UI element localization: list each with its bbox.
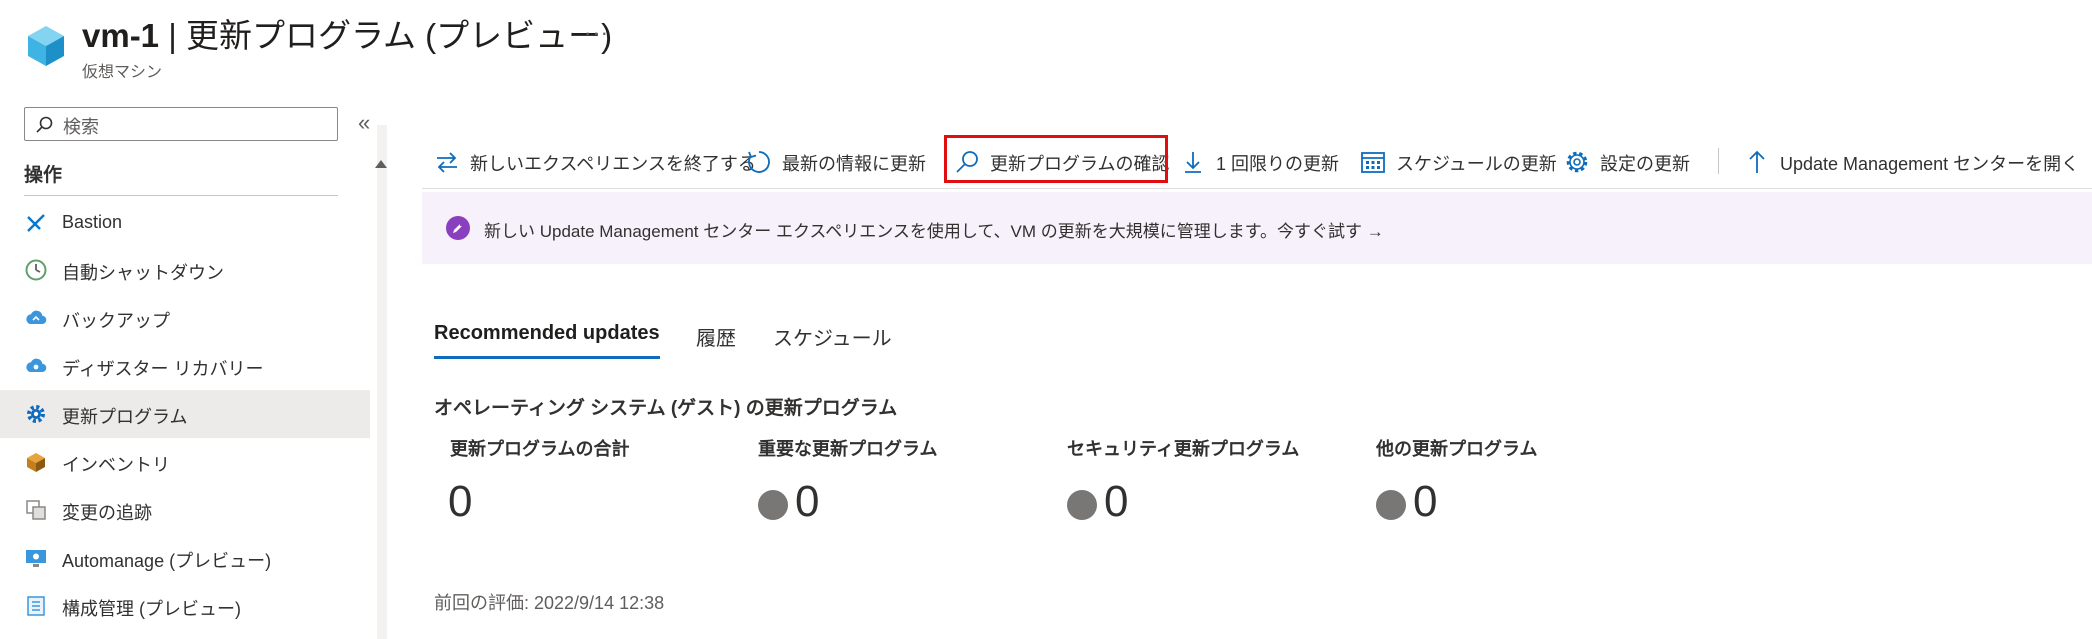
status-dot-icon <box>1376 490 1406 520</box>
active-tab-indicator <box>434 356 660 359</box>
sidebar-item-updates[interactable]: 更新プログラム <box>0 390 370 438</box>
open-update-center-label: Update Management センターを開く <box>1780 154 2080 174</box>
scroll-up-icon[interactable] <box>373 158 389 170</box>
page-subtitle: 仮想マシン <box>82 64 163 81</box>
settings-update-label: 設定の更新 <box>1600 154 1690 174</box>
sidebar-item-label: バックアップ <box>62 311 170 331</box>
total-updates-label: 更新プログラムの合計 <box>450 439 630 459</box>
security-updates-label: セキュリティ更新プログラム <box>1067 439 1300 459</box>
sidebar-item-auto-shutdown[interactable]: 自動シャットダウン <box>0 246 370 294</box>
calendar-icon <box>1361 152 1385 173</box>
search-icon <box>36 116 53 133</box>
status-dot-icon <box>758 490 788 520</box>
inventory-icon <box>27 453 45 472</box>
sidebar-item-label: 変更の追跡 <box>62 503 152 523</box>
section-divider <box>24 195 338 196</box>
tab-schedule[interactable]: スケジュール <box>773 322 892 351</box>
sidebar-item-config-management[interactable]: 構成管理 (プレビュー) <box>0 582 370 630</box>
sidebar-item-label: インベントリ <box>62 455 170 475</box>
banner-text[interactable]: 新しい Update Management センター エクスペリエンスを使用して… <box>484 217 1384 242</box>
change-tracking-icon <box>26 500 46 520</box>
highlight-box <box>944 135 1168 183</box>
swap-arrows-icon <box>437 152 457 173</box>
critical-updates-value: 0 <box>795 477 820 526</box>
sidebar-item-bastion[interactable]: Bastion <box>0 199 370 247</box>
one-time-update-label: 1 回限りの更新 <box>1216 154 1340 174</box>
sidebar-item-label: 更新プログラム <box>62 407 188 427</box>
sidebar-item-label: 自動シャットダウン <box>62 263 224 283</box>
gear-icon <box>27 405 45 423</box>
sidebar-item-label: ディザスター リカバリー <box>62 359 264 379</box>
critical-updates-label: 重要な更新プログラム <box>758 439 938 459</box>
sidebar-item-change-tracking[interactable]: 変更の追跡 <box>0 486 370 534</box>
sidebar-item-inventory[interactable]: インベントリ <box>0 438 370 486</box>
clock-icon <box>25 259 47 281</box>
rocket-icon <box>446 216 470 240</box>
last-assessment-text: 前回の評価: 2022/9/14 12:38 <box>434 593 665 613</box>
monitor-icon <box>26 550 46 567</box>
search-placeholder: 検索 <box>63 117 99 137</box>
sidebar-item-label: Automanage (プレビュー) <box>62 551 272 571</box>
status-dot-icon <box>1067 490 1097 520</box>
cloud-recovery-icon <box>26 358 47 373</box>
more-options-button[interactable]: ··· <box>584 20 609 46</box>
sidebar-item-label: 構成管理 (プレビュー) <box>62 599 241 619</box>
collapse-sidebar-button[interactable]: « <box>358 110 370 136</box>
config-icon <box>27 596 45 616</box>
other-updates-value: 0 <box>1413 477 1438 526</box>
os-updates-heading: オペレーティング システム (ゲスト) の更新プログラム <box>434 398 898 419</box>
download-icon <box>1185 152 1201 173</box>
tab-recommended-updates[interactable]: Recommended updates <box>434 322 660 345</box>
sidebar-search-input[interactable]: 検索 <box>24 107 338 141</box>
toolbar-divider <box>422 188 2092 189</box>
sidebar-item-disaster-recovery[interactable]: ディザスター リカバリー <box>0 342 370 390</box>
arrow-up-icon <box>1749 150 1765 173</box>
vm-cube-icon <box>28 26 64 66</box>
security-updates-value: 0 <box>1104 477 1129 526</box>
tab-history[interactable]: 履歴 <box>696 322 736 351</box>
info-banner[interactable]: 新しい Update Management センター エクスペリエンスを使用して… <box>422 192 2092 264</box>
sidebar-section-heading: 操作 <box>24 165 63 186</box>
schedule-update-label: スケジュールの更新 <box>1396 154 1557 174</box>
other-updates-label: 他の更新プログラム <box>1376 439 1538 459</box>
cloud-backup-icon <box>26 310 47 325</box>
total-updates-value: 0 <box>448 477 473 526</box>
refresh-icon <box>748 151 770 173</box>
bastion-icon <box>27 214 45 232</box>
sidebar-item-backup[interactable]: バックアップ <box>0 294 370 342</box>
refresh-label: 最新の情報に更新 <box>782 154 926 174</box>
toolbar-separator <box>1718 148 1719 174</box>
gear-icon <box>1566 151 1588 173</box>
sidebar-scrollbar[interactable] <box>377 125 387 639</box>
exit-experience-label: 新しいエクスペリエンスを終了する <box>470 154 756 174</box>
sidebar-item-label: Bastion <box>62 212 123 232</box>
sidebar-item-automanage[interactable]: Automanage (プレビュー) <box>0 534 370 582</box>
page-title: vm-1 | 更新プログラム (プレビュー) <box>82 17 613 54</box>
